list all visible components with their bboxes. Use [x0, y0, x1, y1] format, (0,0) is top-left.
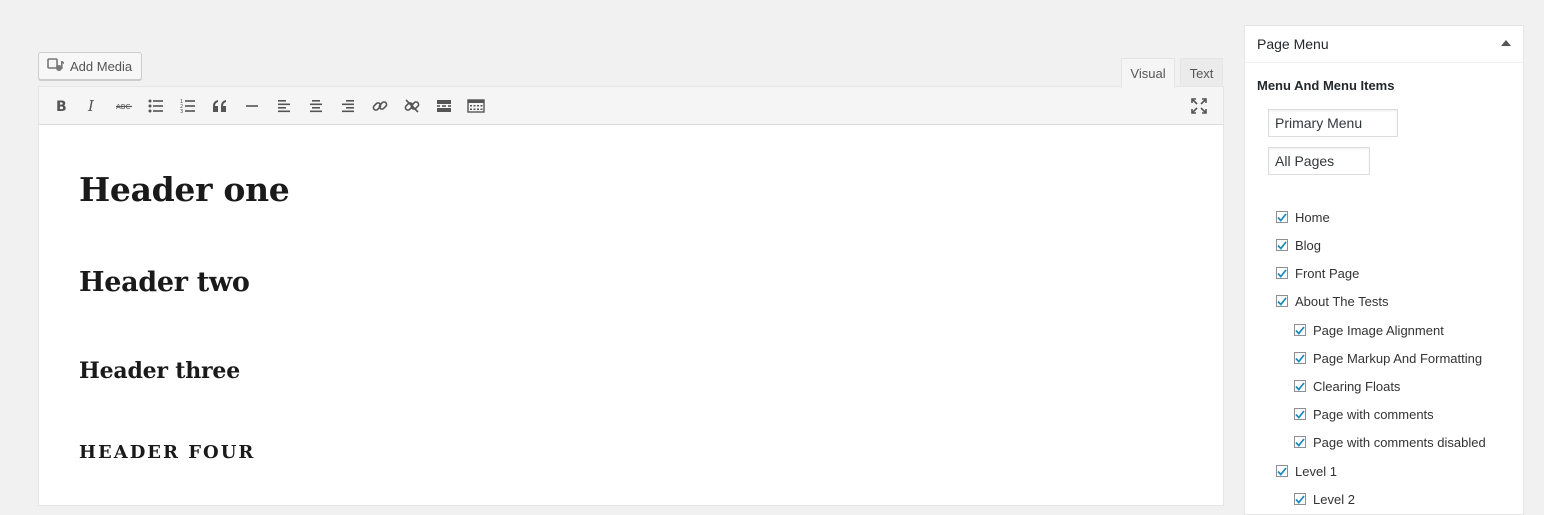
align-right-icon: [342, 99, 354, 112]
checkbox[interactable]: [1294, 408, 1306, 420]
checkbox[interactable]: [1294, 436, 1306, 448]
toolbar-toggle-button[interactable]: [460, 91, 492, 121]
list-item-label: Level 1: [1295, 463, 1337, 479]
list-item[interactable]: Page with comments disabled: [1294, 432, 1486, 452]
align-center-icon: [310, 99, 322, 112]
bulleted-list-button[interactable]: [140, 91, 172, 121]
align-left-icon: [278, 99, 290, 112]
list-item[interactable]: Blog: [1276, 235, 1321, 255]
svg-text:B: B: [56, 99, 67, 113]
media-icon: [47, 58, 64, 71]
list-item[interactable]: Front Page: [1276, 263, 1359, 283]
editor-toolbar: B I ABC 123: [39, 87, 1223, 125]
checkbox[interactable]: [1276, 239, 1288, 251]
strikethrough-button[interactable]: ABC: [108, 91, 140, 121]
checkbox[interactable]: [1276, 295, 1288, 307]
checkmark-icon: [1295, 437, 1305, 447]
checkmark-icon: [1295, 381, 1305, 391]
numbered-list-button[interactable]: 123: [172, 91, 204, 121]
checkbox[interactable]: [1294, 352, 1306, 364]
list-item[interactable]: Page Markup And Formatting: [1294, 348, 1482, 368]
list-item[interactable]: Clearing Floats: [1294, 376, 1400, 396]
italic-icon: I: [87, 99, 95, 113]
heading-three: Header three: [79, 358, 241, 384]
section-title: Menu And Menu Items: [1257, 78, 1395, 93]
heading-four: HEADER FOUR: [79, 442, 256, 463]
checkbox[interactable]: [1294, 493, 1306, 505]
checkbox[interactable]: [1276, 267, 1288, 279]
heading-one: Header one: [79, 170, 290, 209]
list-item-label: Page with comments: [1313, 406, 1434, 422]
read-more-button[interactable]: [428, 91, 460, 121]
insert-link-button[interactable]: [364, 91, 396, 121]
menu-select[interactable]: Primary Menu: [1268, 109, 1398, 137]
list-item-label: Level 2: [1313, 491, 1355, 507]
checkmark-icon: [1277, 240, 1287, 250]
align-left-button[interactable]: [268, 91, 300, 121]
checkmark-icon: [1277, 212, 1287, 222]
list-item-label: Home: [1295, 209, 1330, 225]
svg-text:3: 3: [180, 109, 183, 113]
collapse-arrow-icon[interactable]: [1501, 40, 1511, 46]
add-media-label: Add Media: [70, 58, 133, 74]
add-media-button[interactable]: Add Media: [38, 52, 142, 80]
list-item-label: Page Image Alignment: [1313, 322, 1444, 338]
checkmark-icon: [1295, 494, 1305, 504]
checkbox[interactable]: [1294, 324, 1306, 336]
list-item-label: Blog: [1295, 237, 1322, 253]
checkmark-icon: [1277, 296, 1287, 306]
list-item-label: Front Page: [1295, 265, 1360, 281]
list-item-label: About The Tests: [1295, 293, 1389, 309]
list-item[interactable]: Level 2: [1294, 489, 1355, 509]
tab-text[interactable]: Text: [1180, 58, 1223, 87]
checkmark-icon: [1277, 268, 1287, 278]
fullscreen-icon: [1191, 98, 1207, 114]
list-item-label: Page Markup And Formatting: [1313, 350, 1483, 366]
list-item[interactable]: About The Tests: [1276, 291, 1388, 311]
read-more-icon: [437, 99, 451, 112]
list-item-label: Page with comments disabled: [1313, 434, 1486, 450]
list-item[interactable]: Page Image Alignment: [1294, 320, 1444, 340]
list-item-label: Clearing Floats: [1313, 378, 1401, 394]
list-item[interactable]: Level 1: [1276, 461, 1337, 481]
svg-text:I: I: [87, 99, 95, 113]
checkmark-icon: [1295, 353, 1305, 363]
page-menu-panel: Page Menu Menu And Menu Items Primary Me…: [1244, 25, 1524, 515]
align-center-button[interactable]: [300, 91, 332, 121]
strikethrough-icon: ABC: [116, 103, 132, 111]
tab-visual[interactable]: Visual: [1121, 58, 1175, 88]
checkmark-icon: [1295, 409, 1305, 419]
numbered-list-icon: 123: [180, 99, 195, 113]
panel-header[interactable]: Page Menu: [1245, 26, 1523, 63]
checkmark-icon: [1277, 466, 1287, 476]
toolbar-toggle-icon: [467, 98, 485, 113]
italic-button[interactable]: I: [76, 91, 108, 121]
checkbox[interactable]: [1294, 380, 1306, 392]
checkbox[interactable]: [1276, 465, 1288, 477]
list-item[interactable]: Page with comments: [1294, 404, 1434, 424]
horizontal-line-icon: [246, 104, 258, 107]
remove-link-icon: [404, 98, 420, 113]
list-item[interactable]: Home: [1276, 207, 1330, 227]
blockquote-button[interactable]: [204, 91, 236, 121]
heading-two: Header two: [79, 267, 250, 298]
remove-link-button[interactable]: [396, 91, 428, 121]
insert-link-icon: [372, 100, 388, 111]
align-right-button[interactable]: [332, 91, 364, 121]
bulleted-list-icon: [148, 99, 163, 112]
pages-select[interactable]: All Pages: [1268, 147, 1370, 175]
horizontal-line-button[interactable]: [236, 91, 268, 121]
bold-button[interactable]: B: [44, 91, 76, 121]
checkbox[interactable]: [1276, 211, 1288, 223]
checkmark-icon: [1295, 325, 1305, 335]
bold-icon: B: [56, 99, 67, 113]
panel-title: Page Menu: [1257, 36, 1329, 52]
fullscreen-button[interactable]: [1183, 91, 1215, 121]
blockquote-icon: [213, 99, 226, 112]
